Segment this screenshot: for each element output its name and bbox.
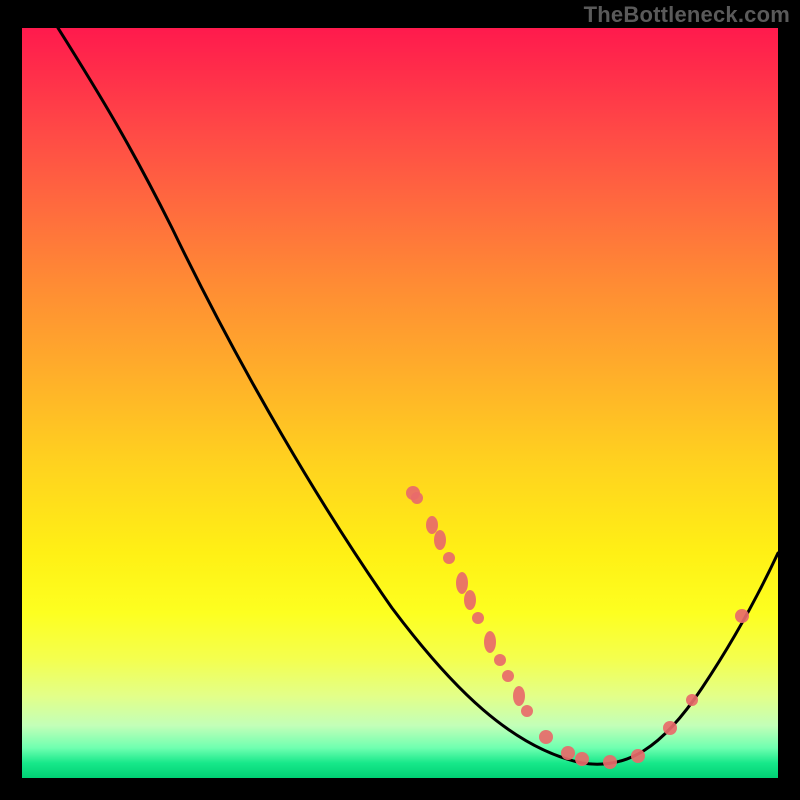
- data-points: [406, 486, 749, 769]
- bottleneck-curve: [58, 28, 778, 764]
- plot-area: [22, 28, 778, 778]
- chart-container: TheBottleneck.com: [0, 0, 800, 800]
- watermark-text: TheBottleneck.com: [584, 2, 790, 28]
- curve-layer: [22, 28, 778, 778]
